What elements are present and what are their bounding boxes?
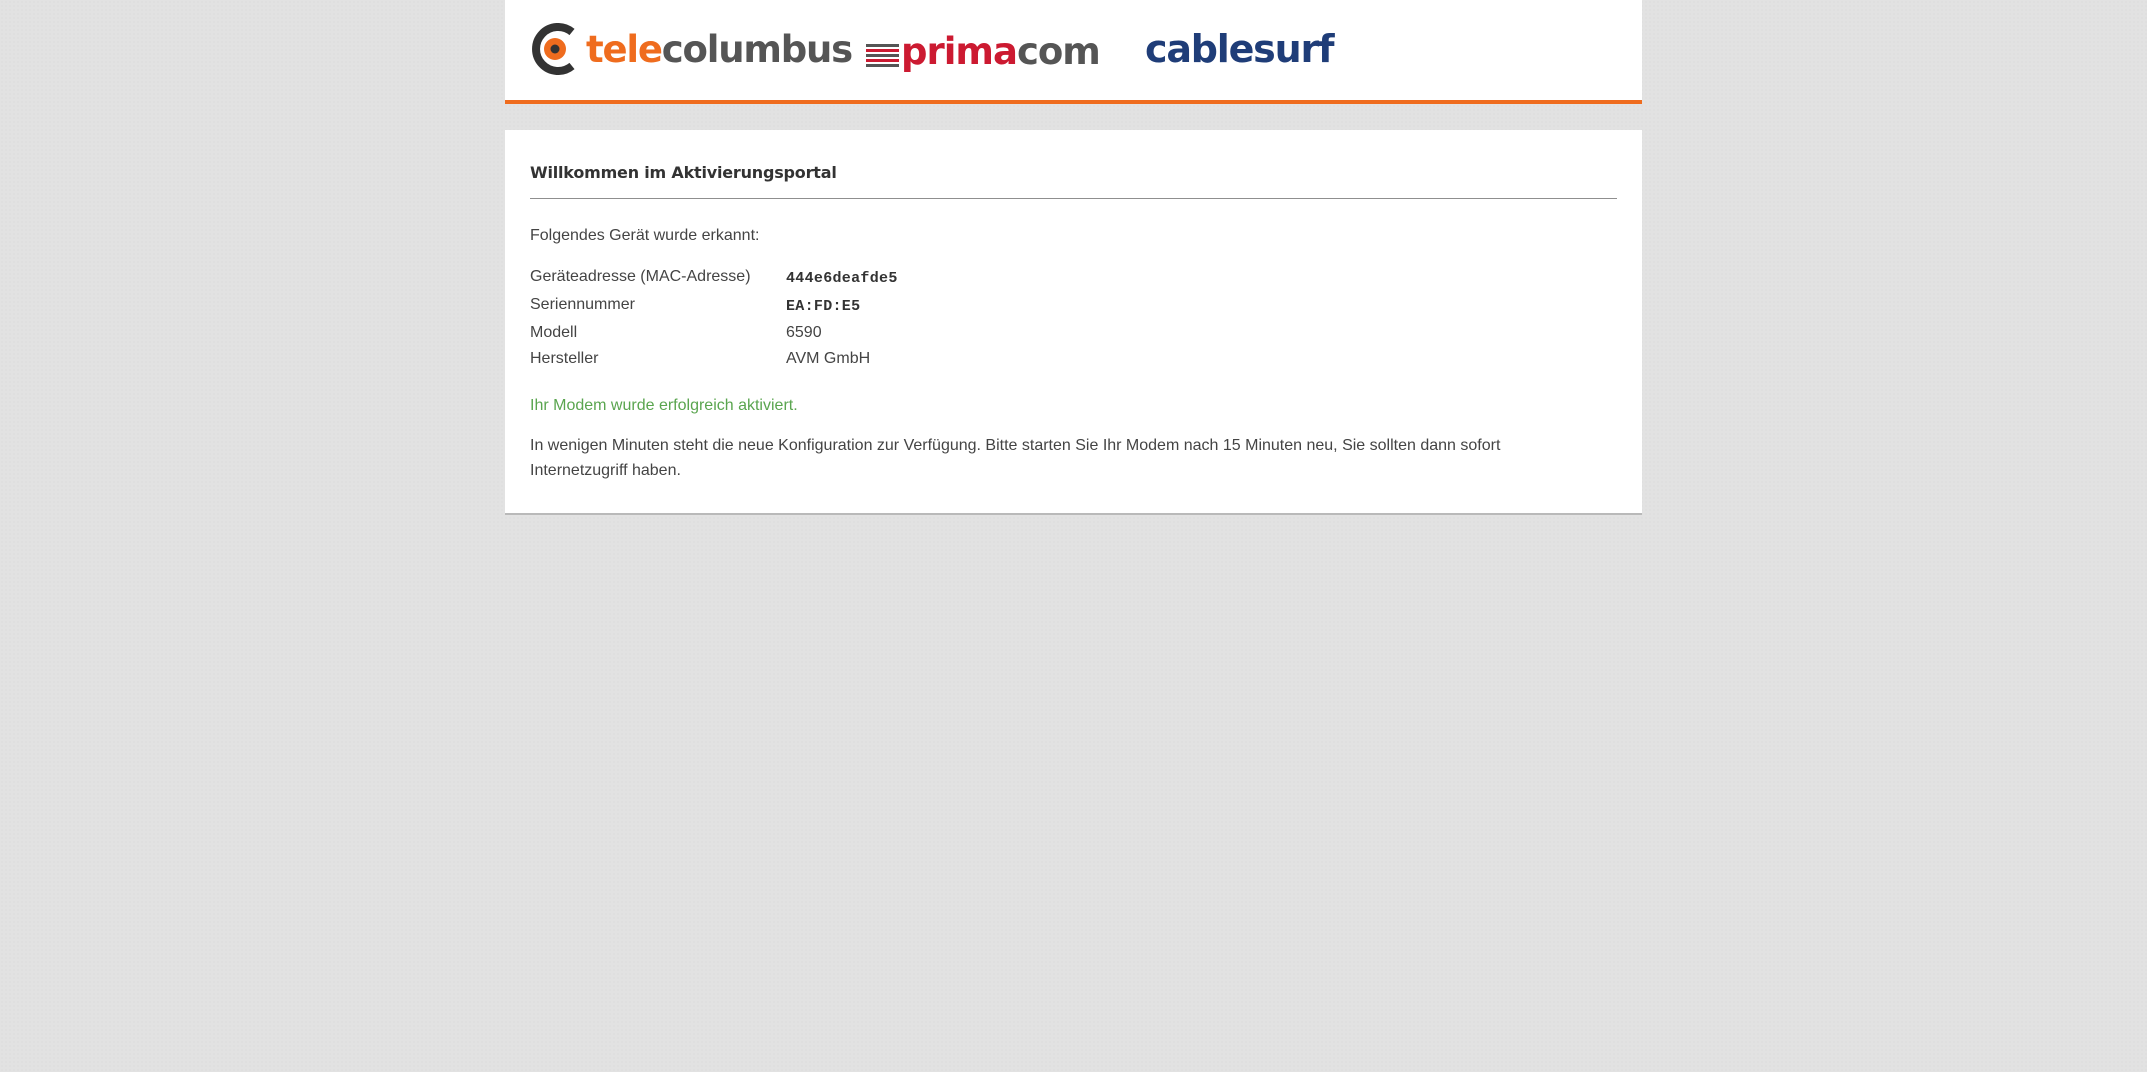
model-label: Modell <box>530 324 578 341</box>
manufacturer-label: Hersteller <box>530 350 599 367</box>
model-value: 6590 <box>786 324 822 341</box>
manufacturer-value: AVM GmbH <box>786 350 871 367</box>
primacom-logo-prima: prima <box>901 29 1018 73</box>
device-info-row-serial: Seriennummer EA:FD:E5 <box>530 296 1230 318</box>
device-intro-text: Folgendes Gerät wurde erkannt: <box>530 227 760 244</box>
primacom-logo-com: com <box>1016 29 1101 73</box>
telecolumbus-logo-tele: tele <box>586 27 663 71</box>
activation-success-message: Ihr Modem wurde erfolgreich aktiviert. <box>530 397 798 414</box>
telecolumbus-logo[interactable]: telecolumbus <box>532 23 853 75</box>
cablesurf-logo-text: cablesurf <box>1145 27 1335 71</box>
device-info-row-manufacturer: Hersteller AVM GmbH <box>530 350 1230 372</box>
serial-number-value: EA:FD:E5 <box>786 298 861 315</box>
title-divider <box>530 198 1617 199</box>
device-info-row-mac: Geräteadresse (MAC-Adresse) 444e6deafde5 <box>530 268 1230 290</box>
serial-number-label: Seriennummer <box>530 296 635 313</box>
mac-address-label: Geräteadresse (MAC-Adresse) <box>530 268 751 285</box>
site-header: telecolumbus primacom cablesurf <box>505 0 1642 104</box>
telecolumbus-c-icon <box>532 23 575 75</box>
page-title: Willkommen im Aktivierungsportal <box>530 163 837 182</box>
cablesurf-logo[interactable]: cablesurf <box>1145 26 1335 72</box>
telecolumbus-logo-columbus: columbus <box>661 27 853 71</box>
device-info-row-model: Modell 6590 <box>530 324 1230 346</box>
primacom-stripes-icon <box>866 44 899 67</box>
restart-instructions: In wenigen Minuten steht die neue Konfig… <box>530 437 1501 479</box>
primacom-logo[interactable]: primacom <box>866 28 1101 74</box>
activation-panel: Willkommen im Aktivierungsportal Folgend… <box>505 130 1642 515</box>
mac-address-value: 444e6deafde5 <box>786 270 898 287</box>
